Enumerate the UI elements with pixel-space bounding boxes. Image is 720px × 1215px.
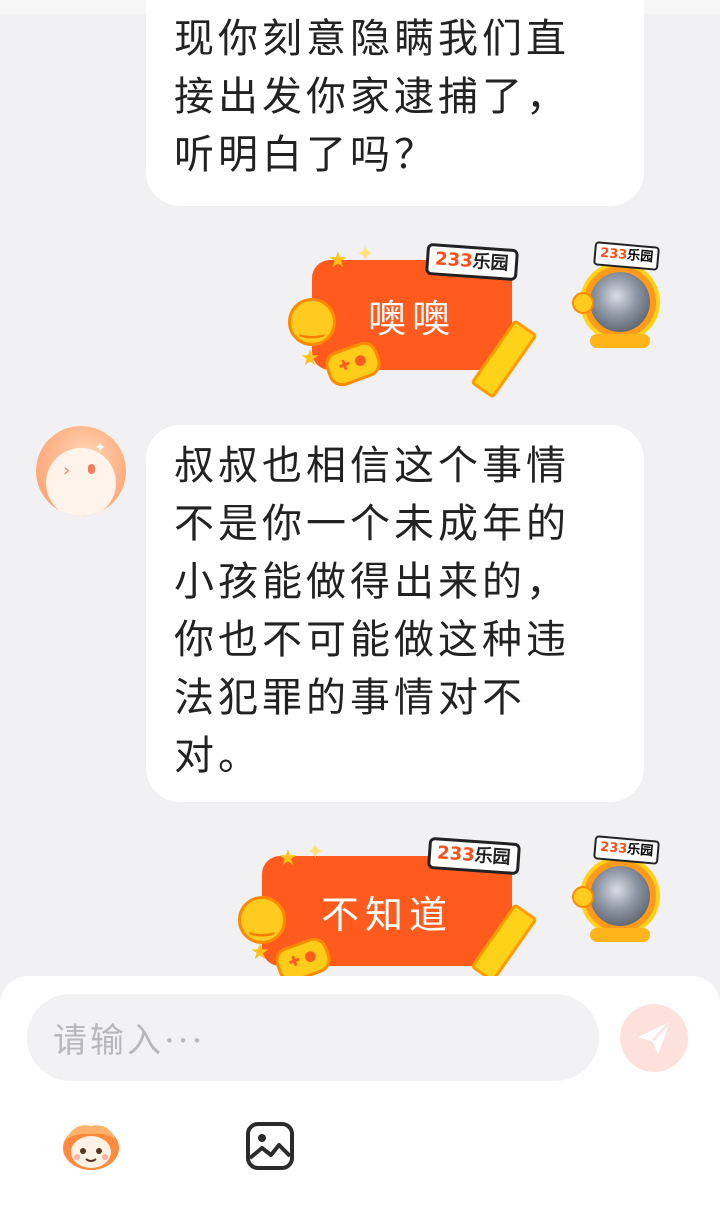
- image-button[interactable]: [244, 1120, 296, 1172]
- message-bubble-peer[interactable]: 叔叔也相信这个事情 不是你一个未成年的 小孩能做得出来的， 你也不可能做这种违 …: [146, 425, 644, 802]
- smiley-icon: ‿: [288, 298, 336, 346]
- eye-icon: [88, 464, 95, 474]
- message-line: 听明白了吗？: [174, 132, 438, 178]
- flame-decoration: [590, 928, 650, 942]
- message-line: 叔叔也相信这个事情: [174, 443, 570, 489]
- message-input[interactable]: 请输入···: [27, 994, 599, 1081]
- smiley-icon: [572, 292, 594, 314]
- smiley-icon: ‿: [238, 896, 286, 944]
- message-line: 小孩能做得出来的，: [174, 559, 570, 605]
- sparkle-icon: ✦: [306, 840, 325, 865]
- message-line: 接出发你家逮捕了，: [174, 74, 570, 120]
- sticker-message[interactable]: 噢噢 233乐园 ★ ✦ ‿ ✚ ● ★: [286, 238, 538, 399]
- send-button[interactable]: [620, 1004, 688, 1072]
- flame-decoration: [590, 334, 650, 348]
- my-avatar[interactable]: 233乐园: [572, 835, 668, 948]
- star-icon: ★: [250, 940, 270, 965]
- message-bubble-peer[interactable]: 现你刻意隐瞒我们直 接出发你家逮捕了， 听明白了吗？: [146, 0, 644, 206]
- sticker-message[interactable]: 不知道 233乐园 ★ ✦ ‿ ✚ ● ★: [236, 834, 538, 987]
- wink-eye-icon: ›: [63, 460, 71, 481]
- avatar-photo: [590, 272, 650, 332]
- message-line: 法犯罪的事情对不: [174, 675, 526, 721]
- star-icon: ★: [278, 846, 298, 871]
- send-icon: [638, 1022, 670, 1054]
- mascot-emoji-icon: [63, 1125, 119, 1170]
- peer-avatar[interactable]: › ✦: [36, 426, 126, 516]
- star-icon: ★: [328, 248, 348, 273]
- sparkle-icon: ✦: [356, 242, 375, 267]
- my-avatar[interactable]: 233乐园: [572, 241, 668, 354]
- message-line: 不是你一个未成年的: [174, 501, 570, 547]
- brand-logo: 233乐园: [424, 242, 519, 282]
- star-icon: ★: [300, 346, 320, 371]
- mascot-emoji-button[interactable]: [56, 1118, 126, 1174]
- message-line: 对。: [174, 733, 262, 779]
- input-placeholder: 请输入···: [53, 1021, 206, 1061]
- brand-logo: 233乐园: [426, 836, 521, 876]
- message-line: 现你刻意隐瞒我们直: [174, 16, 570, 62]
- image-icon: [246, 1122, 294, 1170]
- message-line: 你也不可能做这种违: [174, 617, 570, 663]
- avatar-photo: [590, 866, 650, 926]
- composer-panel: 请输入···: [0, 976, 720, 1215]
- sparkle-icon: ✦: [94, 440, 106, 456]
- avatar-face: [46, 448, 116, 516]
- smiley-icon: [572, 886, 594, 908]
